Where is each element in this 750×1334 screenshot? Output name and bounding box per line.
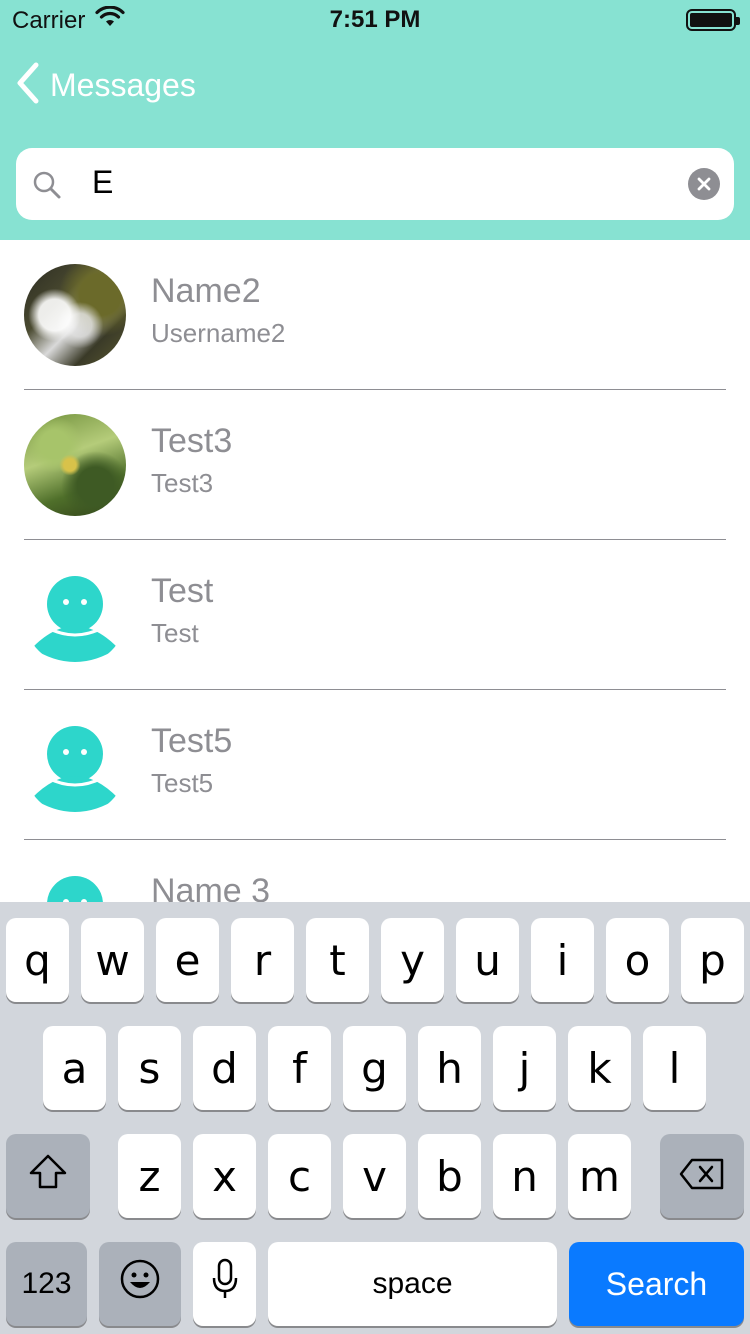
key-g[interactable]: g — [343, 1026, 406, 1110]
default-avatar-icon — [24, 714, 126, 816]
key-m[interactable]: m — [568, 1134, 631, 1218]
search-input[interactable]: E — [16, 148, 734, 220]
default-avatar-icon — [24, 564, 126, 666]
delete-key[interactable] — [660, 1134, 744, 1218]
keyboard: q w e r t y u i o p a s d f g h j k l z … — [0, 902, 750, 1334]
search-key[interactable]: Search — [569, 1242, 744, 1326]
key-p[interactable]: p — [681, 918, 744, 1002]
back-label: Messages — [50, 66, 196, 103]
key-q[interactable]: q — [6, 918, 69, 1002]
key-c[interactable]: c — [268, 1134, 331, 1218]
status-time: 7:51 PM — [329, 6, 421, 33]
dictation-key[interactable] — [193, 1242, 256, 1326]
key-b[interactable]: b — [418, 1134, 481, 1218]
emoji-key[interactable] — [99, 1242, 181, 1326]
contact-name: Test3 — [151, 422, 233, 460]
contact-name: Test — [151, 572, 214, 610]
header-bar: Carrier 7:51 PM Messages E — [0, 0, 750, 240]
default-avatar-icon — [24, 864, 126, 902]
avatar — [24, 264, 126, 366]
avatar — [24, 414, 126, 516]
contact-name: Name2 — [151, 272, 261, 310]
shift-key[interactable] — [6, 1134, 90, 1218]
chevron-left-icon — [16, 62, 40, 109]
key-l[interactable]: l — [643, 1026, 706, 1110]
contact-username: Test3 — [151, 468, 214, 498]
space-key[interactable]: space — [268, 1242, 557, 1326]
contact-row[interactable]: Test5 Test5 — [0, 690, 750, 840]
contact-username: Username2 — [151, 318, 286, 348]
search-query: E — [92, 164, 114, 200]
contact-username: Test — [151, 618, 199, 648]
search-icon — [32, 170, 62, 205]
contact-row[interactable]: Name2 Username2 — [0, 240, 750, 390]
microphone-icon — [211, 1258, 239, 1310]
key-n[interactable]: n — [493, 1134, 556, 1218]
key-k[interactable]: k — [568, 1026, 631, 1110]
contact-username: Test5 — [151, 768, 214, 798]
emoji-icon — [119, 1258, 161, 1310]
key-s[interactable]: s — [118, 1026, 181, 1110]
backspace-icon — [678, 1152, 726, 1201]
key-j[interactable]: j — [493, 1026, 556, 1110]
key-r[interactable]: r — [231, 918, 294, 1002]
key-t[interactable]: t — [306, 918, 369, 1002]
key-x[interactable]: x — [193, 1134, 256, 1218]
clear-search-icon[interactable] — [688, 168, 720, 200]
contact-row[interactable]: Test3 Test3 — [0, 390, 750, 540]
key-w[interactable]: w — [81, 918, 144, 1002]
back-button[interactable]: Messages — [16, 60, 196, 110]
contact-name: Test5 — [151, 722, 233, 760]
status-bar: Carrier 7:51 PM — [0, 0, 750, 40]
contact-row[interactable]: Name 3 — [0, 840, 750, 902]
key-i[interactable]: i — [531, 918, 594, 1002]
key-u[interactable]: u — [456, 918, 519, 1002]
key-y[interactable]: y — [381, 918, 444, 1002]
key-e[interactable]: e — [156, 918, 219, 1002]
contact-list: Name2 Username2 Test3 Test3 Test Test Te… — [0, 240, 750, 902]
key-h[interactable]: h — [418, 1026, 481, 1110]
battery-icon — [686, 9, 740, 31]
key-o[interactable]: o — [606, 918, 669, 1002]
key-d[interactable]: d — [193, 1026, 256, 1110]
key-z[interactable]: z — [118, 1134, 181, 1218]
key-a[interactable]: a — [43, 1026, 106, 1110]
shift-icon — [28, 1152, 68, 1201]
numbers-key[interactable]: 123 — [6, 1242, 87, 1326]
contact-row[interactable]: Test Test — [0, 540, 750, 690]
contact-name: Name 3 — [151, 872, 271, 902]
key-f[interactable]: f — [268, 1026, 331, 1110]
key-v[interactable]: v — [343, 1134, 406, 1218]
